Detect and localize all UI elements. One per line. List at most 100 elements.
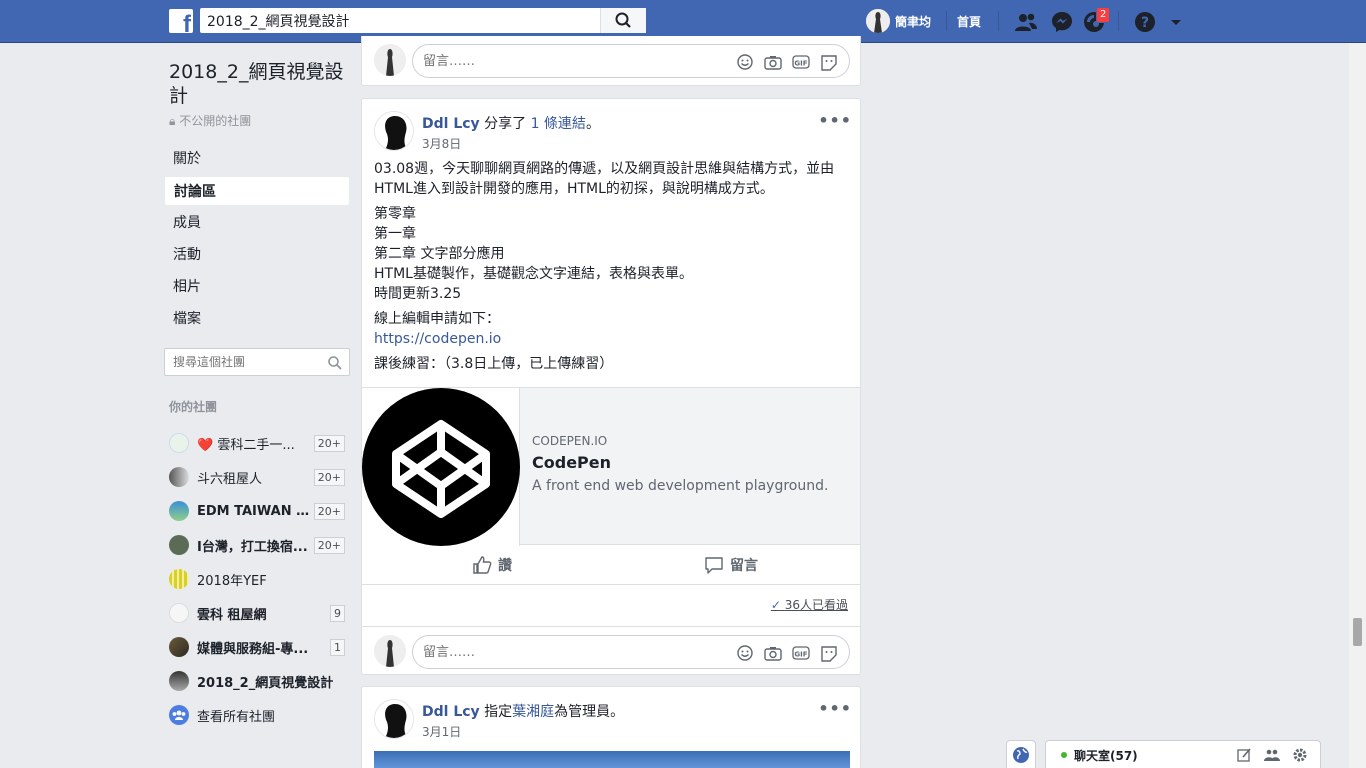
group-unread-count: 9 <box>330 604 345 622</box>
post-action-end: 為管理員。 <box>554 704 625 720</box>
post-options-more-icon[interactable]: ••• <box>818 111 852 130</box>
group-icon <box>169 569 189 589</box>
facebook-logo-icon[interactable]: f <box>169 9 193 33</box>
post-mentioned-user-link[interactable]: 葉湘庭 <box>512 704 554 720</box>
friend-requests-icon[interactable] <box>1014 10 1038 34</box>
new-group-icon[interactable] <box>1263 747 1281 763</box>
help-icon[interactable]: ? <box>1133 10 1157 34</box>
globe-icon[interactable] <box>1006 740 1036 768</box>
chat-sidebar-bar[interactable]: 聊天室(57) <box>1045 740 1321 768</box>
svg-text:GIF: GIF <box>794 651 807 659</box>
gif-icon[interactable]: GIF <box>791 53 811 71</box>
global-search <box>200 8 646 33</box>
camera-icon[interactable] <box>763 644 783 662</box>
search-icon[interactable] <box>327 355 343 371</box>
group-nav-files[interactable]: 檔案 <box>164 304 350 334</box>
group-nav-about[interactable]: 關於 <box>164 144 350 174</box>
camera-icon[interactable] <box>763 53 783 71</box>
sticker-icon[interactable] <box>819 53 839 71</box>
emoji-icon[interactable] <box>735 53 755 71</box>
avatar <box>374 44 406 76</box>
link-preview-card[interactable]: CODEPEN.IO CodePen A front end web devel… <box>362 387 860 546</box>
group-unread-count: 1 <box>330 638 345 656</box>
like-label: 讚 <box>498 558 512 574</box>
your-group-item[interactable]: 2018_2_網頁視覺設計 <box>169 670 345 692</box>
group-unread-count: 20+ <box>313 502 345 520</box>
gif-icon[interactable]: GIF <box>791 644 811 662</box>
global-search-input[interactable] <box>200 8 600 33</box>
chat-label: 聊天室(57) <box>1074 749 1138 763</box>
profile-link[interactable]: 簡聿均 <box>866 9 931 33</box>
group-nav-photos[interactable]: 相片 <box>164 272 350 302</box>
group-icon <box>169 501 189 521</box>
post-action-text: 指定 <box>484 704 513 720</box>
comment-input[interactable] <box>423 45 723 77</box>
divider <box>946 11 947 31</box>
group-nav-members[interactable]: 成員 <box>164 208 350 238</box>
account-menu-chevron-down-icon[interactable] <box>1166 10 1190 34</box>
lock-icon: 🔒︎ <box>169 114 176 128</box>
link-preview-domain: CODEPEN.IO <box>532 434 608 448</box>
avatar[interactable] <box>374 699 414 739</box>
search-icon <box>615 12 631 28</box>
thumbs-up-icon <box>473 556 492 574</box>
see-all-groups-link[interactable]: 查看所有社團 <box>169 704 345 726</box>
seen-by-link[interactable]: ✓ 36人已看過 <box>771 596 848 613</box>
post-timestamp[interactable]: 3月8日 <box>422 135 461 152</box>
group-name: 2018年YEF <box>197 573 267 589</box>
post-timestamp[interactable]: 3月1日 <box>422 723 461 740</box>
comment-button[interactable]: 留言 <box>704 555 758 575</box>
gear-icon[interactable] <box>1292 747 1308 763</box>
post-author-link[interactable]: Ddl Lcy <box>422 116 480 132</box>
post-action-end: 。 <box>585 116 600 132</box>
search-button[interactable] <box>600 8 646 33</box>
post-header-text: Ddl Lcy 指定葉湘庭為管理員。 <box>422 701 624 721</box>
group-name: 媒體與服務組-專... <box>197 641 309 657</box>
emoji-icon[interactable] <box>735 644 755 662</box>
your-group-item[interactable]: ❤️ 雲科二手一... 20+ <box>169 432 345 454</box>
page-scrollbar[interactable] <box>1349 43 1366 768</box>
group-icon <box>169 467 189 487</box>
your-group-item[interactable]: I台灣，打工換宿... 20+ <box>169 534 345 556</box>
home-link[interactable]: 首頁 <box>957 13 981 30</box>
your-group-item[interactable]: 斗六租屋人 20+ <box>169 466 345 488</box>
post-shared-link[interactable]: 1 條連結 <box>531 116 586 132</box>
codepen-logo-icon <box>362 388 520 546</box>
group-nav-events[interactable]: 活動 <box>164 240 350 270</box>
group-nav-discussion[interactable]: 討論區 <box>164 176 350 206</box>
comment-input[interactable] <box>423 636 723 668</box>
compose-message-icon[interactable] <box>1236 747 1252 763</box>
post-author-link[interactable]: Ddl Lcy <box>422 704 480 720</box>
group-icon <box>169 535 189 555</box>
group-icon <box>169 637 189 657</box>
post-line: 課後練習：（3.8日上傳，已上傳練習） <box>374 356 614 372</box>
group-search-input[interactable] <box>165 349 315 375</box>
group-title[interactable]: 2018_2_網頁視覺設計 <box>169 60 349 108</box>
post-line: 線上編輯申請如下： <box>374 311 500 327</box>
post-body-link[interactable]: https://codepen.io <box>374 331 501 347</box>
checkmark-icon: ✓ <box>770 598 781 612</box>
feed-post: Ddl Lcy 指定葉湘庭為管理員。 3月1日 ••• <box>361 686 861 768</box>
avatar[interactable] <box>374 111 414 151</box>
svg-text:?: ? <box>1141 15 1149 31</box>
your-group-item[interactable]: EDM TAIWAN (... 20+ <box>169 500 345 522</box>
like-button[interactable]: 讚 <box>472 555 512 575</box>
post-image[interactable] <box>374 751 850 768</box>
link-preview-description: A front end web development playground. <box>532 478 829 494</box>
post-options-more-icon[interactable]: ••• <box>818 699 852 718</box>
seen-by-label: 36人已看過 <box>784 598 848 612</box>
comment-bubble-icon <box>705 557 723 574</box>
comment-box: GIF <box>412 44 850 78</box>
messenger-icon[interactable] <box>1050 10 1074 34</box>
sticker-icon[interactable] <box>819 644 839 662</box>
your-group-item[interactable]: 雲科 租屋網 9 <box>169 602 345 624</box>
your-group-item[interactable]: 媒體與服務組-專... 1 <box>169 636 345 658</box>
groups-icon <box>169 705 189 725</box>
group-name: 斗六租屋人 <box>197 471 263 487</box>
scrollbar-thumb[interactable] <box>1353 618 1362 646</box>
post-header-text: Ddl Lcy 分享了 1 條連結。 <box>422 113 600 133</box>
svg-text:GIF: GIF <box>794 60 807 68</box>
your-group-item[interactable]: 2018年YEF <box>169 568 345 590</box>
group-name: EDM TAIWAN (... <box>197 503 310 519</box>
group-name: I台灣，打工換宿... <box>197 539 308 555</box>
